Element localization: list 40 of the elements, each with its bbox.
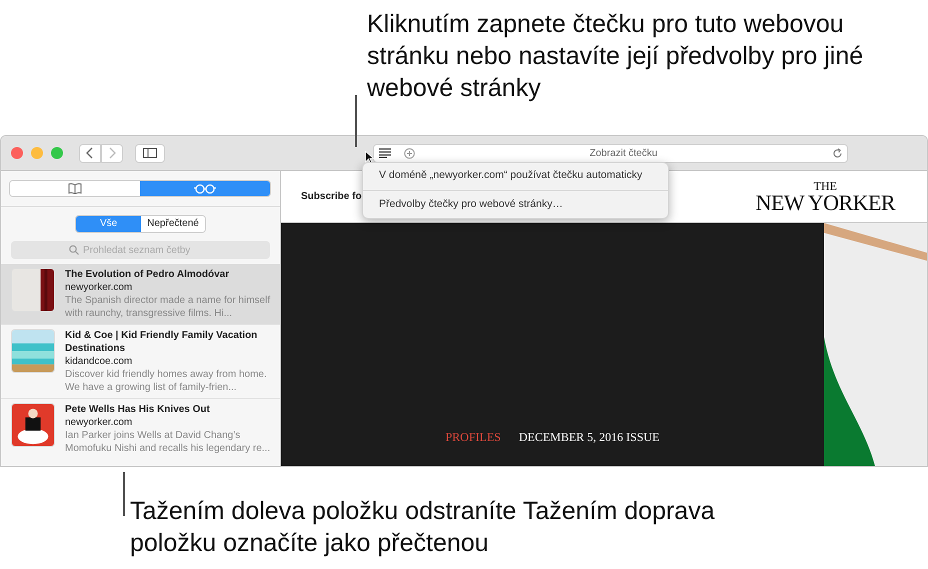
item-summary: The Spanish director made a name for himself with raunchy, transgressive films. Hi... (65, 294, 272, 320)
logo: THE NEW YORKER (756, 180, 895, 214)
reading-list-item[interactable]: Kid & Coe | Kid Friendly Family Vacation Destinations kidandcoe.com Discover kid friendly homes away from home. We have a growing list of family-frien... (1, 324, 280, 398)
sidebar-toggle-button[interactable] (135, 144, 165, 162)
issue-label: DECEMBER 5, 2016 ISSUE (518, 429, 660, 446)
section-label[interactable]: PROFILES (445, 428, 501, 446)
address-title: Zobrazit čtečku (588, 146, 658, 160)
back-button[interactable] (79, 144, 101, 162)
reading-list-item[interactable]: The Evolution of Pedro Almodóvar newyorker.com The Spanish director made a name for himself with raunchy, transgressive films. Hi... (1, 264, 280, 324)
item-title: Pete Wells Has His Knives Out (65, 403, 211, 416)
chevron-right-icon (108, 147, 116, 159)
add-icon[interactable] (404, 148, 415, 158)
item-site: kidandcoe.com (65, 355, 134, 368)
leader-line (123, 472, 125, 516)
reading-list-tab[interactable] (140, 181, 270, 196)
reload-icon[interactable] (832, 148, 843, 158)
menu-item[interactable]: V doméně „newyorker.com“ používat čtečku automaticky (363, 165, 668, 187)
callout-text: Tažením doleva položku odstraníte Tažením doprava položku označíte jako přečtenou (130, 496, 716, 559)
menu-item[interactable]: Předvolby čtečky pro webové stránky… (363, 194, 668, 216)
close-icon[interactable] (11, 147, 23, 159)
callout-text: Kliknutím zapnete čtečku pro tuto webovou stránku nebo nastavíte její předvolby pro jiné webové stránky (367, 9, 864, 104)
zoom-icon[interactable] (51, 147, 63, 159)
item-site: newyorker.com (65, 281, 134, 294)
item-site: newyorker.com (65, 416, 134, 429)
chevron-left-icon (86, 147, 94, 159)
glasses-icon (194, 184, 216, 194)
book-icon (68, 183, 82, 194)
sidebar-icon (143, 148, 157, 158)
item-title: The Evolution of Pedro Almodóvar (65, 268, 230, 281)
pointer-icon (365, 151, 374, 164)
item-summary: Discover kid friendly homes away from home. We have a growing list of family-frien... (65, 368, 268, 394)
search-icon (69, 245, 79, 255)
subscribe-link[interactable]: Subscribe fo (301, 189, 362, 204)
filter-tab[interactable]: Nepřečtené (141, 216, 205, 232)
leader-line (355, 95, 357, 147)
item-summary: Ian Parker joins Wells at David Chang’s Momofuku Nishi and recalls his legendary re... (65, 429, 272, 455)
reading-list-item[interactable]: Pete Wells Has His Knives Out newyorker.com Ian Parker joins Wells at David Chang’s Momofuku Nishi and recalls his legendary re... (1, 398, 280, 459)
reader-icon[interactable] (378, 148, 392, 158)
address-bar[interactable]: Zobrazit čtečku (373, 144, 848, 162)
bookmarks-tab[interactable] (10, 181, 140, 196)
